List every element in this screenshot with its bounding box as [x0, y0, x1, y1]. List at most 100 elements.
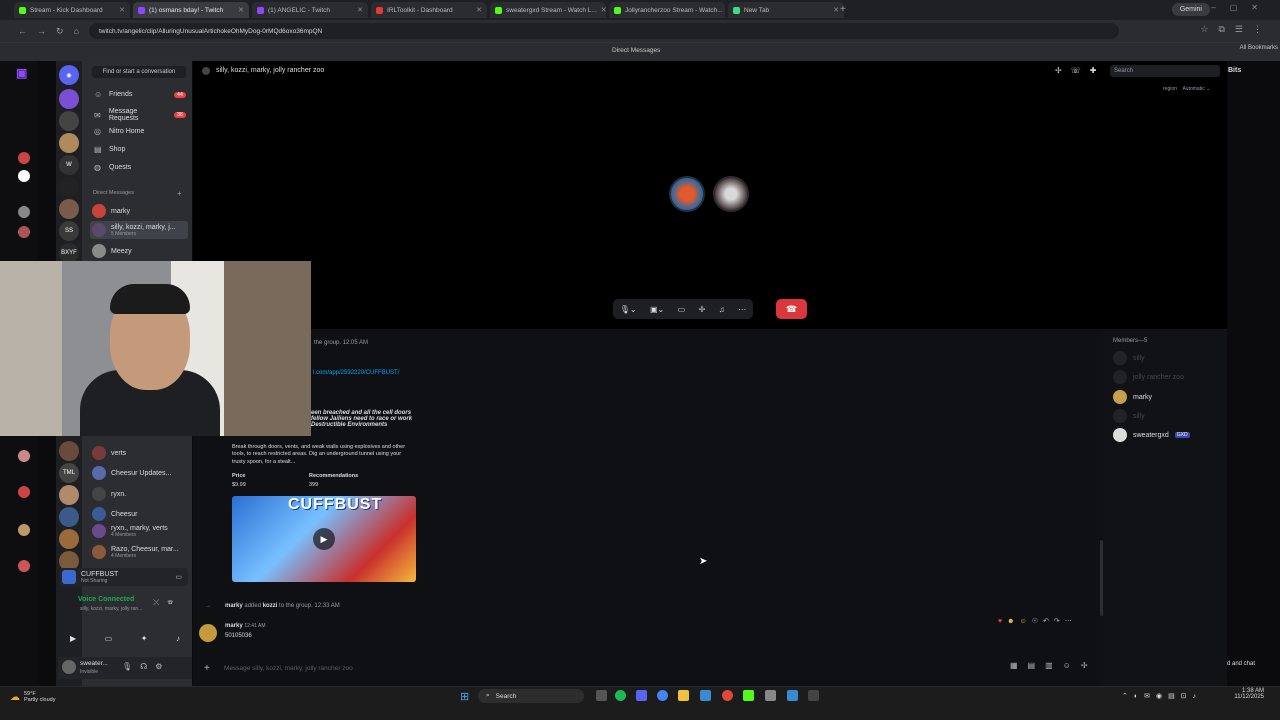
user-avatar[interactable] — [62, 660, 76, 674]
nav-quests[interactable]: ◍ Quests — [94, 163, 186, 172]
heart-reaction-icon[interactable]: ♥ — [998, 618, 1002, 625]
emoji-reaction-icon[interactable]: ☻ — [1007, 618, 1014, 625]
browser-tab[interactable]: sweatergxd Stream - Watch L... ✕ — [490, 2, 606, 18]
windows-start-icon[interactable]: ⊞ — [460, 690, 469, 703]
member-item[interactable]: jolly rancher zoo — [1113, 370, 1184, 384]
app-icon[interactable] — [722, 690, 733, 701]
more-icon[interactable]: ⋯ — [738, 305, 746, 314]
back-icon[interactable]: ← — [18, 26, 27, 36]
server-icon[interactable] — [59, 111, 79, 131]
add-attachment-icon[interactable]: + — [204, 663, 210, 674]
user-controls[interactable]: 🎙︎☊⚙ — [122, 662, 170, 671]
browser-tab[interactable]: New Tab ✕ — [728, 2, 844, 18]
server-icon[interactable]: SS — [59, 221, 79, 241]
reload-icon[interactable]: ↻ — [56, 26, 64, 37]
reply-icon[interactable]: ↶ — [1043, 617, 1049, 625]
dm-item-selected[interactable]: silly, kozzi, marky, j... 5 Members — [90, 221, 188, 239]
region-selector[interactable]: region Automatic ⌄ — [1163, 86, 1210, 92]
server-icon[interactable]: W — [59, 155, 79, 175]
channel-avatar[interactable] — [18, 152, 30, 164]
screen-share-icon[interactable]: ▭ — [678, 305, 686, 314]
nav-friends[interactable]: ☺ Friends 44 — [94, 90, 186, 99]
photos-icon[interactable] — [700, 690, 711, 701]
server-icon[interactable] — [59, 177, 79, 197]
forward-icon[interactable]: ↷ — [1054, 617, 1060, 625]
system-tray-icons[interactable]: ⌃◐✉◉▤⊡♪ — [1122, 692, 1202, 700]
dm-item[interactable]: Razo, Cheesur, mar... 4 Members — [90, 543, 188, 561]
hang-up-button[interactable]: ☎ — [776, 299, 807, 319]
screen-share-icon[interactable]: ▭ — [175, 573, 182, 581]
gemini-button[interactable]: Gemini — [1171, 3, 1210, 16]
composer-actions[interactable]: ▦▤▥☺✢ — [1010, 661, 1098, 670]
app-icon[interactable] — [808, 690, 819, 701]
video-icon[interactable]: ▶ — [70, 634, 76, 643]
member-item[interactable]: marky — [1113, 390, 1152, 404]
emoji-reaction-icon[interactable]: ☺ — [1020, 618, 1027, 625]
member-item[interactable]: silly — [1113, 351, 1145, 365]
channel-avatar[interactable] — [18, 206, 30, 218]
browser-tab[interactable]: (1) ANGELIC - Twitch ✕ — [252, 2, 368, 18]
server-icon[interactable]: BXYF — [59, 243, 79, 263]
activities-icon[interactable]: ✢ — [699, 305, 706, 314]
member-item[interactable]: silly — [1113, 409, 1145, 423]
store-link[interactable]: l.com/app/2592220/CUFFBUST/ — [313, 370, 399, 376]
server-icon[interactable] — [59, 529, 79, 549]
participant-avatar[interactable] — [713, 176, 749, 212]
server-icon[interactable] — [59, 441, 79, 461]
kick-icon[interactable] — [743, 690, 754, 701]
server-icon[interactable]: TML — [59, 463, 79, 483]
browser-tab[interactable]: Stream - Kick Dashboard ✕ — [14, 2, 130, 18]
dm-item[interactable]: ryxn., marky, verts 4 Members — [90, 522, 188, 540]
member-item[interactable]: sweatergxd GXD — [1113, 428, 1190, 442]
user-name[interactable]: sweater... — [80, 660, 108, 667]
weather-widget[interactable]: 59°F Partly cloudy — [24, 691, 56, 703]
taskbar-clock[interactable]: 1:38 AM 11/12/2025 — [1228, 688, 1264, 700]
address-bar[interactable]: twitch.tv/angelic/clip/AlluringUnusualAr… — [88, 23, 1119, 39]
file-explorer-icon[interactable] — [678, 690, 689, 701]
channel-avatar[interactable] — [18, 486, 30, 498]
dm-item[interactable]: marky — [90, 202, 188, 220]
server-icon[interactable] — [59, 133, 79, 153]
channel-avatar[interactable] — [18, 524, 30, 536]
taskbar-search[interactable]: ⌕ Search — [478, 689, 584, 703]
nav-nitro-home[interactable]: ◎ Nitro Home — [94, 127, 186, 136]
app-icon[interactable] — [765, 690, 776, 701]
browser-tab[interactable]: Jollyrancherzoo Stream - Watch...✕ — [609, 2, 725, 18]
microphone-icon[interactable]: 🎙︎⌄ — [620, 305, 637, 314]
chrome-icon[interactable] — [657, 690, 668, 701]
more-icon[interactable]: ⋯ — [1065, 617, 1072, 625]
header-actions[interactable]: ✢☏✚ — [1055, 66, 1105, 75]
channel-avatar[interactable] — [18, 450, 30, 462]
home-icon[interactable]: ⌂ — [74, 26, 79, 36]
close-tab-icon[interactable]: ✕ — [357, 6, 363, 14]
add-reaction-icon[interactable]: ☉ — [1032, 617, 1038, 625]
browser-tab[interactable]: (1) osmans bday! - Twitch ✕ — [133, 2, 249, 18]
close-tab-icon[interactable]: ✕ — [601, 6, 606, 14]
create-dm-icon[interactable]: + — [177, 189, 182, 198]
dm-item[interactable]: Cheesur — [90, 505, 188, 523]
browser-extension-icons[interactable]: ☆⧉☰⋮ — [1200, 24, 1272, 35]
forward-icon[interactable]: → — [37, 26, 46, 36]
voice-action-buttons[interactable]: ▶ ▭ ✦ ♪ — [70, 634, 180, 643]
discord-home-icon[interactable]: ◉ — [59, 65, 79, 85]
voice-controls[interactable]: ⤬☎ — [153, 598, 181, 608]
server-icon[interactable] — [59, 89, 79, 109]
soundboard-icon[interactable]: ♪ — [176, 634, 180, 643]
twitch-logo-icon[interactable]: ▣ — [16, 66, 27, 80]
app-icon[interactable] — [787, 690, 798, 701]
close-tab-icon[interactable]: ✕ — [119, 6, 125, 14]
camera-off-icon[interactable]: ▣⌄ — [650, 305, 664, 314]
dm-item[interactable]: ryxn. — [90, 485, 188, 503]
activity-card[interactable]: CUFFBUST Not Sharing ▭ — [60, 568, 188, 586]
channel-avatar[interactable] — [18, 226, 30, 238]
dm-item[interactable]: Meezy — [90, 242, 188, 260]
channel-avatar[interactable] — [18, 170, 30, 182]
activity-icon[interactable]: ✦ — [141, 634, 148, 643]
nav-message-requests[interactable]: ✉ Message Requests 36 — [94, 108, 186, 122]
bits-button[interactable]: Bits — [1228, 67, 1241, 74]
search-input[interactable]: Search — [1110, 65, 1220, 77]
server-icon[interactable] — [59, 507, 79, 527]
server-icon[interactable] — [59, 199, 79, 219]
channel-avatar[interactable] — [18, 560, 30, 572]
new-tab-button[interactable]: + — [840, 4, 846, 15]
